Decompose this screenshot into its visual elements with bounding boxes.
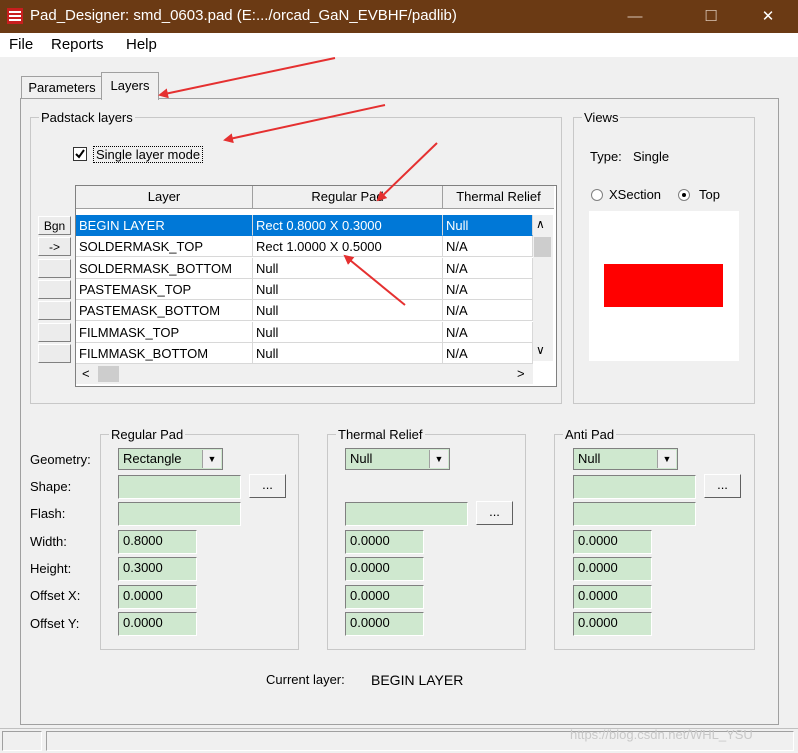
- annotation-arrow-soldermask: [343, 254, 406, 306]
- annotation-arrows: [158, 57, 438, 306]
- annotation-arrow-layers-tab: [158, 57, 336, 99]
- annotation-arrow-single-layer: [223, 104, 386, 144]
- annotation-arrow-regular-pad: [376, 142, 438, 202]
